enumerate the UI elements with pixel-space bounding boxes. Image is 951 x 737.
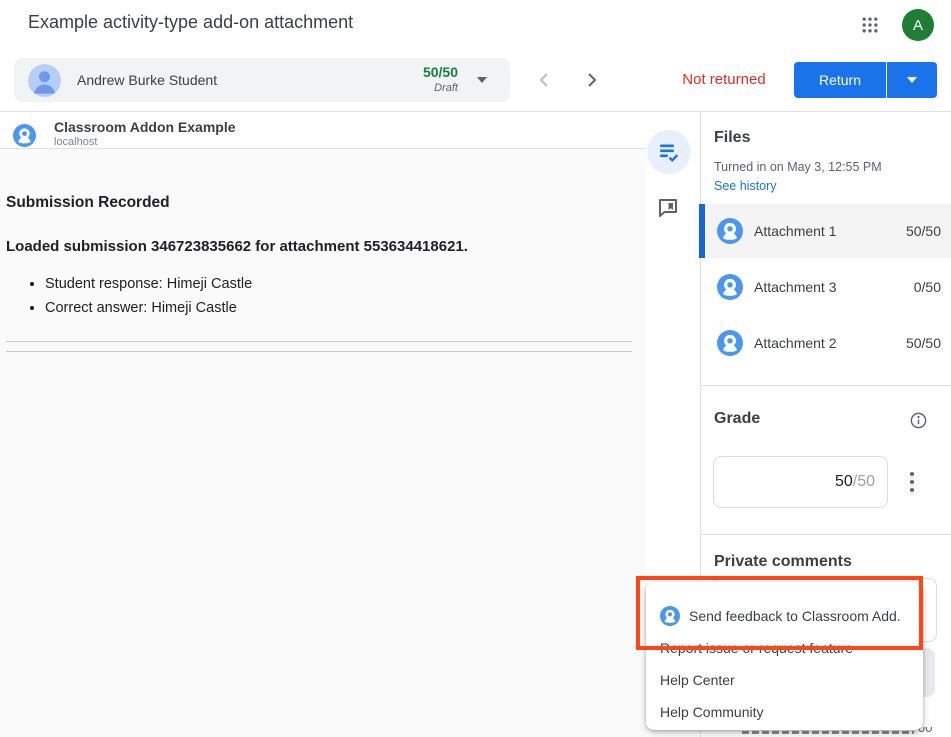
addon-iframe-background	[0, 148, 646, 737]
files-title: Files	[714, 129, 750, 147]
comment-bookmark-icon	[656, 196, 680, 220]
addon-subtitle: localhost	[54, 136, 97, 148]
clipped-text: 00	[918, 727, 932, 735]
addon-attachment-icon	[717, 330, 743, 356]
divider	[701, 534, 951, 535]
attachment-score: 50/50	[906, 335, 941, 351]
list-item: Student response: Himeji Castle	[45, 276, 605, 292]
horizontal-rule	[6, 351, 632, 352]
previous-student-button[interactable]	[532, 68, 556, 92]
content-line: Loaded submission 346723835662 for attac…	[6, 238, 468, 255]
grade-title: Grade	[714, 410, 760, 428]
return-dropdown-button[interactable]	[887, 62, 937, 98]
content-bullet-list: Student response: Himeji Castle Correct …	[25, 276, 605, 324]
menu-item-label: Report issue or request feature	[660, 632, 853, 664]
grade-info-button[interactable]	[909, 411, 928, 430]
menu-item-label: Help Center	[660, 664, 735, 696]
student-name: Andrew Burke Student	[77, 72, 217, 88]
menu-item-label: Send feedback to Classroom Add.	[689, 600, 901, 632]
avatar-letter: A	[913, 17, 923, 34]
apps-grid-button[interactable]	[856, 11, 884, 39]
turned-in-status: Turned in on May 3, 12:55 PM	[714, 160, 882, 174]
chevron-down-icon	[907, 77, 917, 83]
attachment-name: Attachment 1	[754, 223, 837, 239]
addon-attachment-icon	[717, 274, 743, 300]
grade-max: /50	[853, 473, 875, 491]
bullet-text: Student response: Himeji Castle	[45, 276, 252, 292]
return-button[interactable]: Return	[794, 62, 886, 98]
addon-logo-icon	[13, 124, 36, 147]
private-comments-title: Private comments	[714, 553, 852, 571]
kebab-icon	[910, 472, 914, 476]
grade-value: 50	[835, 473, 853, 491]
menu-item-help-center[interactable]: Help Center	[646, 664, 923, 696]
see-history-link[interactable]: See history	[714, 179, 777, 193]
info-icon	[909, 411, 928, 430]
content-heading: Submission Recorded	[6, 194, 170, 212]
menu-item-report-issue[interactable]: Report issue or request feature	[646, 632, 923, 664]
bullet-text: Correct answer: Himeji Castle	[45, 300, 237, 316]
grading-icon	[657, 140, 681, 164]
selected-indicator-bar	[699, 204, 705, 258]
page-title: Example activity-type add-on attachment	[28, 12, 353, 33]
attachment-score: 50/50	[906, 223, 941, 239]
chevron-down-icon	[477, 77, 487, 83]
grading-tab-button[interactable]	[647, 130, 691, 174]
addon-title: Classroom Addon Example	[54, 119, 236, 135]
divider	[701, 385, 951, 386]
student-grade: 50/50	[398, 64, 458, 80]
account-avatar[interactable]: A	[902, 9, 934, 41]
horizontal-rule	[6, 341, 632, 342]
attachment-row[interactable]: Attachment 3 0/50	[701, 260, 951, 314]
attachment-name: Attachment 2	[754, 335, 837, 351]
student-avatar-icon	[28, 64, 61, 97]
return-status: Not returned	[660, 71, 788, 88]
attachment-score: 0/50	[914, 279, 941, 295]
menu-item-label: Help Community	[660, 696, 763, 728]
list-item: Correct answer: Himeji Castle	[45, 300, 605, 316]
addon-logo-icon	[660, 606, 680, 626]
attachment-row[interactable]: Attachment 2 50/50	[701, 316, 951, 370]
help-menu: Send feedback to Classroom Add. Report i…	[646, 582, 923, 730]
comment-bank-button[interactable]	[656, 196, 680, 220]
attachment-row[interactable]: Attachment 1 50/50	[701, 204, 951, 258]
apps-grid-icon	[860, 15, 880, 35]
grade-input[interactable]: 50/50	[713, 456, 888, 508]
next-student-button[interactable]	[580, 68, 604, 92]
menu-item-help-community[interactable]: Help Community	[646, 696, 923, 728]
grade-overflow-menu-button[interactable]	[905, 468, 919, 496]
menu-item-send-feedback[interactable]: Send feedback to Classroom Add.	[646, 600, 923, 632]
attachment-name: Attachment 3	[754, 279, 837, 295]
clipped-line	[742, 731, 914, 734]
addon-attachment-icon	[717, 218, 743, 244]
grade-state: Draft	[398, 82, 458, 94]
